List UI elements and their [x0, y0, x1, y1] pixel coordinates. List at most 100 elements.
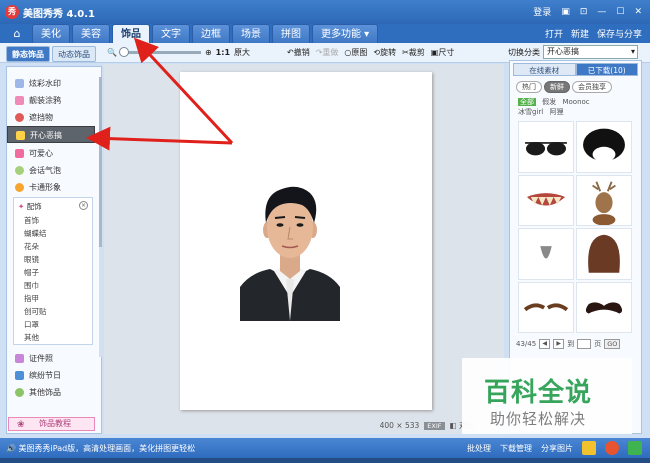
tag-moonoc[interactable]: Moonoc — [562, 98, 589, 106]
tab-beautify[interactable]: 美化 — [32, 24, 70, 43]
tag-ali[interactable]: 阿狸 — [549, 108, 563, 116]
material-eyebrows[interactable] — [518, 281, 574, 333]
sidebar-item-speech-bubble[interactable]: 会话气泡 — [7, 162, 95, 179]
redo-button[interactable]: ↷重做 — [316, 47, 339, 58]
sidebar-item-festival[interactable]: 缤纷节日 — [7, 367, 95, 384]
login-link[interactable]: 登录 — [533, 5, 551, 18]
new-button[interactable]: 新建 — [571, 27, 589, 40]
star-icon[interactable] — [582, 441, 596, 455]
go-button[interactable]: GO — [604, 339, 621, 349]
other-decorations-icon — [15, 388, 24, 397]
batch-button[interactable]: 批处理 — [467, 443, 491, 454]
next-page-button[interactable]: ▶ — [553, 339, 565, 349]
sunglasses-icon — [525, 141, 567, 156]
material-teeth[interactable] — [518, 174, 574, 226]
sidebar-item-cover[interactable]: 遮挡物 — [7, 109, 95, 126]
tab-scene[interactable]: 场景 — [232, 24, 270, 43]
sidebar-item-id-photo[interactable]: 证件照 — [7, 350, 95, 367]
material-goatee[interactable] — [518, 228, 574, 280]
tag-wig[interactable]: 假发 — [542, 98, 556, 106]
minimize-button[interactable]: — — [597, 7, 606, 17]
material-mustache[interactable] — [576, 281, 632, 333]
page-count: 43/45 — [516, 340, 537, 348]
tab-frame[interactable]: 边框 — [192, 24, 230, 43]
sidebar-item-graffiti[interactable]: 靓装涂鸦 — [7, 92, 95, 109]
zoom-out-icon[interactable]: 🔍 — [107, 48, 117, 57]
close-button[interactable]: ✕ — [634, 7, 642, 17]
tab-collage[interactable]: 拼图 — [272, 24, 310, 43]
rotate-button[interactable]: ⟲旋转 — [373, 47, 396, 58]
crop-button[interactable]: ✂裁剪 — [402, 47, 425, 58]
portrait-photo[interactable] — [240, 175, 340, 321]
undo-label: 撤销 — [293, 48, 310, 57]
close-icon[interactable]: × — [79, 201, 88, 210]
filter-new[interactable]: 新鲜 — [544, 81, 570, 93]
material-brown-wig[interactable] — [576, 228, 632, 280]
home-icon[interactable]: ⌂ — [8, 27, 26, 41]
ratio-label[interactable]: 1:1 — [216, 48, 230, 57]
material-deer-head[interactable] — [576, 174, 632, 226]
sidebar-item-other-decorations[interactable]: 其他饰品 — [7, 384, 95, 401]
chat-icon[interactable]: ▣ — [561, 7, 570, 17]
zoom-in-icon[interactable]: ⊕ — [205, 48, 212, 57]
category-select[interactable]: 开心恶搞 — [543, 45, 638, 59]
image-canvas[interactable] — [180, 72, 432, 410]
tab-beauty[interactable]: 美容 — [72, 24, 110, 43]
skin-icon[interactable]: ⊡ — [580, 7, 588, 17]
cartoon-icon — [15, 183, 24, 192]
save-share-button[interactable]: 保存与分享 — [597, 27, 642, 40]
sidebar-item-cute-heart[interactable]: 可爱心 — [7, 145, 95, 162]
sub-item-other[interactable]: 其他 — [24, 331, 39, 344]
goto-label: 到 — [567, 340, 575, 348]
sub-item-hat[interactable]: 帽子 — [24, 266, 39, 279]
weibo-icon[interactable] — [605, 441, 619, 455]
sub-item-nail[interactable]: 指甲 — [24, 292, 39, 305]
sidebar-item-cartoon[interactable]: 卡通形象 — [7, 179, 95, 196]
original-button[interactable]: ○原图 — [344, 47, 367, 58]
festival-icon — [15, 371, 24, 380]
sidebar-item-label: 证件照 — [29, 354, 53, 363]
sidebar-item-color-watermark[interactable]: 炫彩水印 — [7, 75, 95, 92]
status-message[interactable]: 🔊 美图秀秀iPad版，高清处理画面，美化拼图更轻松 — [6, 443, 195, 454]
tab-online-materials[interactable]: 在线素材 — [513, 63, 576, 76]
open-button[interactable]: 打开 — [545, 27, 563, 40]
mustache-icon — [585, 301, 623, 313]
tab-more-features[interactable]: 更多功能 ▾ — [312, 24, 379, 43]
material-sunglasses[interactable] — [518, 121, 574, 173]
decoration-tutorial-button[interactable]: ❀ 饰品教程 — [8, 417, 95, 431]
sub-item-flower[interactable]: 花朵 — [24, 240, 39, 253]
maximize-button[interactable]: ☐ — [616, 7, 624, 17]
decoration-sidebar: 炫彩水印 靓装涂鸦 遮挡物 开心恶搞 可爱心 会话气泡 卡通形象 × ✦ 配饰 … — [6, 66, 102, 434]
tab-decorations[interactable]: 饰品 — [112, 24, 150, 43]
zoom-slider-handle[interactable] — [118, 47, 129, 57]
sub-item-bow[interactable]: 蝴蝶结 — [24, 227, 47, 240]
tab-static-decorations[interactable]: 静态饰品 — [6, 46, 50, 62]
tag-all[interactable]: 全部 — [518, 98, 536, 106]
tab-downloaded[interactable]: 已下载(10) — [575, 63, 638, 76]
tag-ice-girl[interactable]: 冰雪girl — [518, 108, 543, 116]
page-number-input[interactable] — [577, 339, 592, 349]
plus-icon[interactable] — [628, 441, 642, 455]
filter-hot[interactable]: 热门 — [516, 81, 542, 93]
sub-item-bandage[interactable]: 创可贴 — [24, 305, 47, 318]
sidebar-item-accessories[interactable]: ✦ 配饰 — [18, 200, 42, 213]
sidebar-scrollbar[interactable] — [99, 77, 102, 357]
sidebar-item-funny[interactable]: 开心恶搞 — [7, 126, 95, 143]
zoom-slider[interactable] — [118, 47, 201, 57]
sidebar-scrollbar-thumb[interactable] — [99, 77, 102, 247]
tab-text[interactable]: 文字 — [152, 24, 190, 43]
resize-button[interactable]: ▣尺寸 — [431, 47, 455, 58]
undo-button[interactable]: ↶撤销 — [287, 47, 310, 58]
sub-item-jewelry[interactable]: 首饰 — [24, 214, 39, 227]
material-afro-wig[interactable] — [576, 121, 632, 173]
original-size-button[interactable]: 原大 — [234, 47, 250, 58]
tab-animated-decorations[interactable]: 动态饰品 — [52, 46, 96, 62]
filter-vip[interactable]: 会员独享 — [572, 81, 612, 93]
download-manager-button[interactable]: 下载管理 — [500, 443, 532, 454]
share-image-button[interactable]: 分享图片 — [541, 443, 573, 454]
prev-page-button[interactable]: ◀ — [539, 339, 551, 349]
sub-item-scarf[interactable]: 围巾 — [24, 279, 39, 292]
sub-item-glasses[interactable]: 眼镜 — [24, 253, 39, 266]
sub-item-mask[interactable]: 口罩 — [24, 318, 39, 331]
exif-button[interactable]: EXIF — [424, 421, 445, 430]
